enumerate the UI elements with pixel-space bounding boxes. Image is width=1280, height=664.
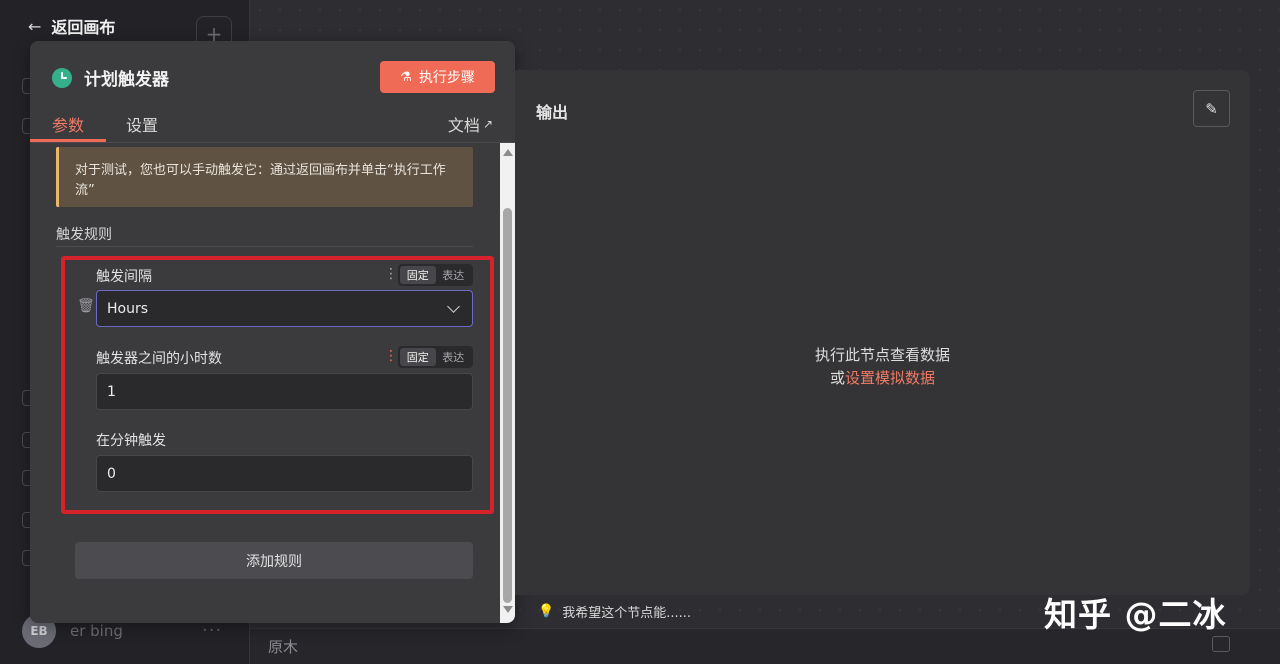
divider bbox=[56, 246, 473, 247]
edit-output-button[interactable]: ✎ bbox=[1193, 90, 1230, 127]
tab-docs[interactable]: 文档 ↗ bbox=[448, 112, 493, 136]
empty-state-prefix: 或 bbox=[829, 369, 845, 387]
watermark: 知乎 @二冰 bbox=[1044, 595, 1227, 634]
node-header: 计划触发器 bbox=[52, 65, 169, 90]
field-label: 在分钟触发 bbox=[96, 433, 166, 449]
set-mock-data-link[interactable]: 设置模拟数据 bbox=[845, 369, 935, 387]
external-link-icon: ↗ bbox=[482, 117, 493, 131]
flask-icon: ⚗ bbox=[400, 69, 412, 85]
empty-state-secondary: 或设置模拟数据 bbox=[515, 367, 1250, 388]
mode-expression-option[interactable]: 表达 bbox=[436, 348, 472, 366]
mode-fixed-option[interactable]: 固定 bbox=[400, 348, 436, 366]
chevron-down-icon bbox=[447, 300, 460, 313]
mode-fixed-option[interactable]: 固定 bbox=[400, 266, 436, 284]
node-parameters-panel: 计划触发器 ⚗ 执行步骤 参数 设置 文档 ↗ 对于测试，您也可以手动触发它：通… bbox=[30, 41, 515, 623]
hours-between-triggers-input[interactable]: 1 bbox=[96, 373, 473, 410]
tab-parameters[interactable]: 参数 bbox=[52, 112, 84, 136]
tab-settings[interactable]: 设置 bbox=[126, 112, 158, 136]
panel-tabs: 参数 设置 文档 ↗ bbox=[30, 107, 515, 143]
field-label: 触发间隔 bbox=[96, 269, 152, 285]
execute-step-label: 执行步骤 bbox=[418, 70, 475, 86]
trigger-at-minute-input[interactable]: 0 bbox=[96, 455, 473, 492]
feedback-text: 我希望这个节点能...... bbox=[562, 606, 691, 621]
pencil-icon: ✎ bbox=[1205, 99, 1218, 118]
add-rule-button[interactable]: 添加规则 bbox=[75, 542, 473, 579]
mode-toggle: 固定 表达 bbox=[398, 346, 473, 368]
trigger-at-minute-value: 0 bbox=[107, 465, 116, 482]
scrollbar-thumb[interactable] bbox=[503, 208, 512, 603]
output-title: 输出 bbox=[536, 103, 569, 122]
trash-icon[interactable]: 🗑 bbox=[77, 298, 95, 314]
mode-toggle: 固定 表达 bbox=[398, 264, 473, 286]
user-name: er bing bbox=[70, 622, 123, 640]
back-label: 返回画布 bbox=[51, 18, 116, 37]
image-icon[interactable] bbox=[1212, 636, 1230, 652]
execute-step-button[interactable]: ⚗ 执行步骤 bbox=[380, 61, 495, 93]
more-icon[interactable]: ··· bbox=[202, 620, 222, 641]
back-to-canvas-link[interactable]: ← 返回画布 bbox=[28, 14, 115, 38]
empty-state-message: 执行此节点查看数据 bbox=[814, 346, 950, 364]
node-feedback-link[interactable]: 💡 我希望这个节点能...... bbox=[538, 602, 691, 621]
tab-docs-label: 文档 bbox=[447, 116, 480, 135]
clock-icon bbox=[52, 67, 72, 88]
test-notice: 对于测试，您也可以手动触发它：通过返回画布并单击“执行工作流” bbox=[56, 147, 473, 207]
arrow-left-icon: ← bbox=[28, 16, 42, 36]
field-options-icon[interactable]: ⋮ bbox=[384, 348, 398, 364]
lightbulb-icon: 💡 bbox=[538, 604, 555, 619]
parameters-scroll-area[interactable]: 对于测试，您也可以手动触发它：通过返回画布并单击“执行工作流” 触发规则 🗑 触… bbox=[30, 143, 515, 623]
node-title: 计划触发器 bbox=[84, 70, 169, 90]
hours-between-triggers-value: 1 bbox=[107, 383, 116, 400]
field-label: 触发器之间的小时数 bbox=[96, 351, 222, 367]
scroll-up-arrow-icon[interactable] bbox=[503, 149, 513, 156]
trigger-interval-value: Hours bbox=[107, 300, 149, 317]
active-tab-indicator bbox=[30, 139, 106, 142]
bottom-bar-label: 原木 bbox=[268, 638, 299, 656]
section-title: 触发规则 bbox=[56, 227, 112, 243]
scrollbar[interactable] bbox=[500, 143, 515, 623]
scroll-down-arrow-icon[interactable] bbox=[503, 606, 513, 613]
mode-expression-option[interactable]: 表达 bbox=[436, 266, 472, 284]
output-panel: 输出 ✎ 执行此节点查看数据 或设置模拟数据 bbox=[515, 70, 1250, 595]
field-options-icon[interactable]: ⋮ bbox=[384, 266, 398, 282]
trigger-interval-select[interactable]: Hours bbox=[96, 290, 473, 327]
